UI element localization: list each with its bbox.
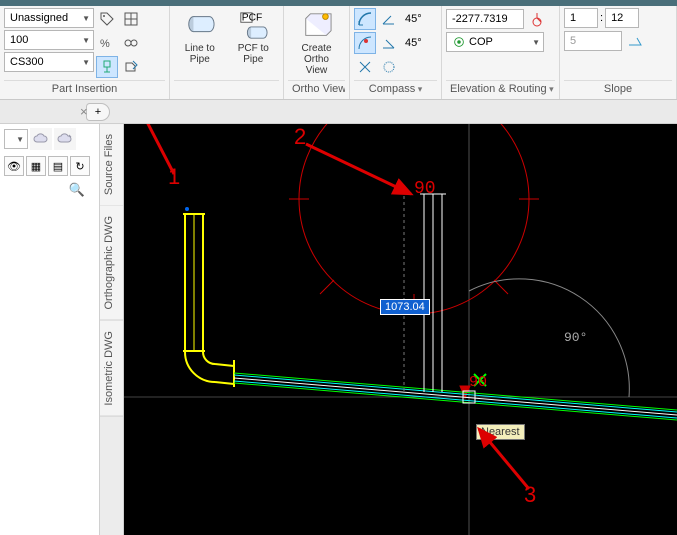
size-dropdown[interactable]: 100 ▼: [4, 30, 94, 50]
chevron-down-icon: ▼: [78, 58, 90, 67]
dimension-box[interactable]: 1073.04: [380, 299, 430, 315]
sidetab-isometric[interactable]: Isometric DWG: [100, 321, 123, 417]
eye-icon[interactable]: 👁: [4, 156, 24, 176]
compass-angle1: 45°: [402, 13, 425, 25]
slope-toggle-icon[interactable]: [624, 30, 646, 52]
search-icon[interactable]: 🔍: [4, 182, 95, 198]
compass-cross-icon[interactable]: [354, 56, 376, 78]
layout2-icon[interactable]: ▤: [48, 156, 68, 176]
chevron-down-icon: ▼: [78, 36, 90, 45]
protractor-angle-text: 90°: [564, 330, 587, 345]
pcf-to-pipe-label: PCF to Pipe: [230, 43, 278, 65]
cloud-icon[interactable]: [30, 128, 52, 150]
cloud2-icon[interactable]: [54, 128, 76, 150]
cop-icon: [452, 35, 466, 49]
create-ortho-view-label: Create Ortho View: [293, 43, 341, 76]
angle-left-icon[interactable]: [378, 8, 400, 30]
refresh-icon[interactable]: ↻: [70, 156, 90, 176]
chevron-down-icon: ▼: [78, 14, 90, 23]
left-filter-dropdown[interactable]: ▼: [4, 129, 28, 149]
assignment-dropdown[interactable]: Unassigned ▼: [4, 8, 94, 28]
elevation-input[interactable]: [446, 9, 524, 29]
panel-caption-blank: [174, 80, 279, 97]
size-value: 100: [10, 34, 28, 46]
panel-caption-slope: Slope: [564, 80, 672, 97]
line-to-pipe-button[interactable]: Line to Pipe: [174, 8, 226, 68]
link-icon[interactable]: [120, 32, 142, 54]
compass-circle-icon[interactable]: [378, 56, 400, 78]
create-ortho-view-button[interactable]: Create Ortho View: [291, 8, 343, 79]
svg-text:%: %: [100, 38, 110, 50]
new-tab-button[interactable]: +: [86, 103, 110, 121]
annotation-2: 2: [294, 124, 306, 150]
spec-dropdown[interactable]: CS300 ▼: [4, 52, 94, 72]
compass-snap-icon[interactable]: [354, 32, 376, 54]
left-panel: ▼ 👁 ▦ ▤ ↻ 🔍: [0, 124, 100, 535]
panel-caption-compass[interactable]: Compass: [354, 80, 437, 97]
export-icon[interactable]: [120, 56, 142, 78]
drawing-canvas[interactable]: 90 90 90° 1073.04 Nearest 1 2 3: [124, 124, 677, 535]
cursor-angle-text: 90: [469, 374, 487, 391]
percent-icon[interactable]: %: [96, 32, 118, 54]
chevron-down-icon: ▼: [528, 38, 540, 47]
compass-arc-icon[interactable]: [354, 8, 376, 30]
compass-angle2: 45°: [402, 37, 425, 49]
slope-c-input[interactable]: [564, 31, 622, 51]
grid-icon[interactable]: [120, 8, 142, 30]
tab-close-icon[interactable]: ×: [80, 104, 88, 119]
slope-sep: :: [600, 12, 603, 24]
panel-caption-part-insertion: Part Insertion: [4, 80, 165, 97]
assignment-value: Unassigned: [10, 12, 68, 24]
plus-icon: +: [95, 106, 101, 118]
elevation-lock-icon[interactable]: [526, 8, 548, 30]
place-icon[interactable]: [96, 56, 118, 78]
annotation-3: 3: [524, 482, 536, 508]
line-to-pipe-label: Line to Pipe: [176, 43, 224, 65]
tag-icon[interactable]: [96, 8, 118, 30]
sidetab-source-files[interactable]: Source Files: [100, 124, 123, 206]
pcf-to-pipe-button[interactable]: PCF PCF to Pipe: [228, 8, 280, 68]
spec-value: CS300: [10, 56, 44, 68]
panel-caption-ortho: Ortho Views: [288, 80, 345, 97]
elevation-value[interactable]: [452, 13, 518, 25]
slope-a-input[interactable]: [564, 8, 598, 28]
angle-right-icon[interactable]: [378, 32, 400, 54]
panel-caption-elevation[interactable]: Elevation & Routing: [446, 80, 555, 97]
sidetab-orthographic[interactable]: Orthographic DWG: [100, 206, 123, 321]
svg-text:PCF: PCF: [242, 12, 263, 23]
cop-dropdown[interactable]: COP ▼: [446, 32, 544, 52]
slope-b-input[interactable]: [605, 8, 639, 28]
annotation-1: 1: [168, 164, 180, 190]
layout1-icon[interactable]: ▦: [26, 156, 46, 176]
cop-value: COP: [469, 36, 493, 48]
